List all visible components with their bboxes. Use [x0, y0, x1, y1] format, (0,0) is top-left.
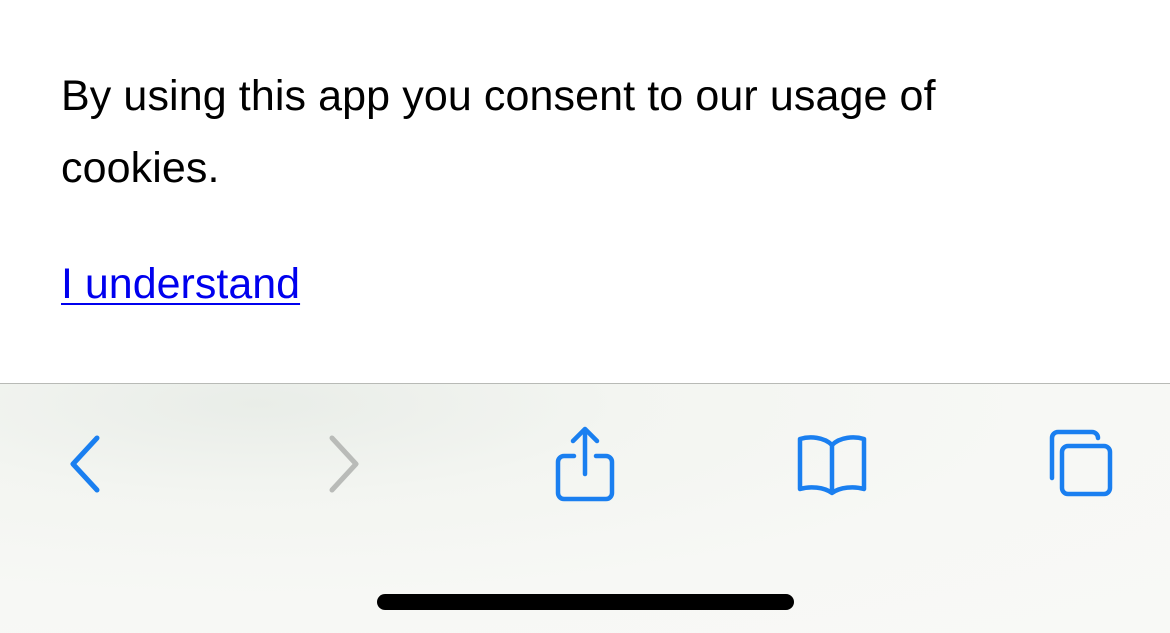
- forward-button: [287, 414, 397, 514]
- back-button[interactable]: [32, 414, 142, 514]
- bookmarks-button[interactable]: [777, 414, 887, 514]
- tabs-button[interactable]: [1025, 414, 1135, 514]
- cookie-consent-text: By using this app you consent to our usa…: [61, 72, 936, 192]
- home-indicator[interactable]: [377, 594, 794, 610]
- chevron-left-icon: [70, 435, 100, 493]
- browser-toolbar: [0, 383, 1170, 633]
- tabs-icon: [1049, 429, 1113, 497]
- web-content: By using this app you consent to our usa…: [0, 0, 1170, 383]
- browser-page: By using this app you consent to our usa…: [0, 0, 1170, 633]
- i-understand-link[interactable]: I understand: [61, 254, 300, 314]
- chevron-right-icon: [329, 435, 359, 493]
- book-icon: [797, 435, 867, 496]
- share-button[interactable]: [530, 414, 640, 514]
- share-icon: [555, 426, 615, 502]
